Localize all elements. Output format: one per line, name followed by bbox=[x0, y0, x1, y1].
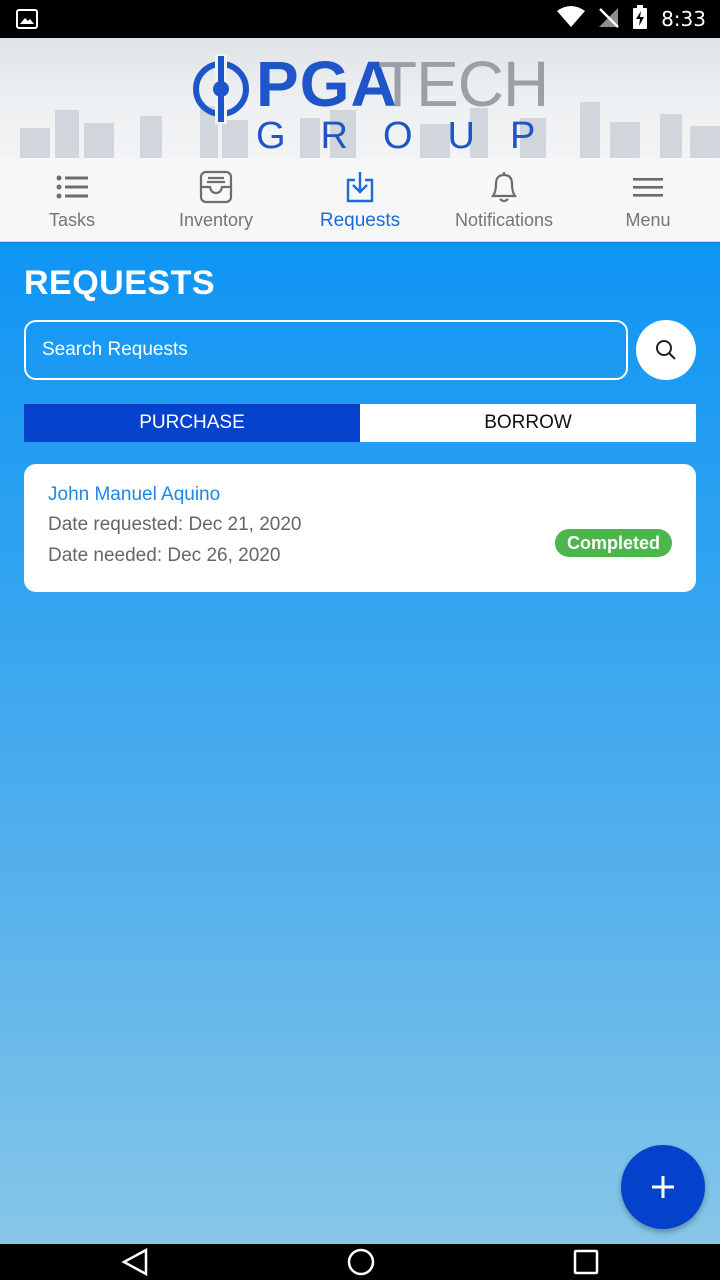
search-icon bbox=[656, 340, 676, 360]
tab-notifications[interactable]: Notifications bbox=[432, 158, 576, 242]
borrow-tab[interactable]: BORROW bbox=[360, 404, 696, 442]
tab-requests[interactable]: Requests bbox=[288, 158, 432, 242]
add-request-button[interactable] bbox=[621, 1145, 705, 1229]
logo-mark-icon bbox=[193, 54, 249, 124]
logo-primary-text: PGA bbox=[256, 48, 398, 120]
search-button[interactable] bbox=[636, 320, 696, 380]
tab-label: Requests bbox=[319, 210, 401, 231]
request-type-toggle: PURCHASE BORROW bbox=[24, 404, 696, 442]
home-icon bbox=[347, 1248, 375, 1276]
wifi-icon bbox=[557, 5, 586, 33]
tab-label: Menu bbox=[625, 210, 671, 230]
date-requested: Date requested: Dec 21, 2020 bbox=[48, 514, 302, 535]
hamburger-icon bbox=[633, 170, 663, 204]
bottom-tab-navigation: Tasks Inventory Requests Notifications M… bbox=[0, 158, 720, 242]
date-needed: Date needed: Dec 26, 2020 bbox=[48, 545, 281, 566]
bell-icon bbox=[489, 170, 519, 204]
download-tray-icon bbox=[345, 170, 375, 204]
status-badge: Completed bbox=[554, 529, 672, 557]
clock: 8:33 bbox=[661, 7, 706, 31]
tab-label: Notifications bbox=[454, 210, 554, 230]
tab-menu[interactable]: Menu bbox=[576, 158, 720, 242]
recents-button[interactable] bbox=[571, 1248, 601, 1276]
back-button[interactable] bbox=[120, 1247, 150, 1277]
image-icon bbox=[16, 9, 38, 34]
status-bar: 8:33 bbox=[0, 0, 720, 38]
battery-icon bbox=[633, 4, 648, 34]
tab-label: Tasks bbox=[48, 210, 95, 230]
inbox-icon bbox=[199, 170, 233, 204]
page-title: REQUESTS bbox=[24, 264, 216, 302]
logo-tagline: GROUP bbox=[256, 115, 571, 157]
purchase-tab[interactable]: PURCHASE bbox=[24, 404, 360, 442]
signal-icon bbox=[599, 6, 619, 33]
search-input[interactable] bbox=[24, 320, 628, 380]
tab-inventory[interactable]: Inventory bbox=[144, 158, 288, 242]
tab-tasks[interactable]: Tasks bbox=[0, 158, 144, 242]
system-navigation-bar bbox=[0, 1244, 720, 1280]
recents-icon bbox=[573, 1249, 599, 1275]
plus-icon bbox=[652, 1176, 674, 1198]
home-button[interactable] bbox=[346, 1248, 376, 1276]
pga-tech-logo: PGA TECH GROUP bbox=[190, 46, 549, 156]
request-card[interactable]: John Manuel Aquino Date requested: Dec 2… bbox=[24, 464, 696, 592]
logo-secondary-text: TECH bbox=[378, 48, 549, 120]
back-icon bbox=[121, 1247, 148, 1277]
requests-screen: REQUESTS PURCHASE BORROW John Manuel Aqu… bbox=[0, 242, 720, 1244]
requester-name: John Manuel Aquino bbox=[48, 484, 221, 505]
list-icon bbox=[56, 170, 88, 204]
tab-label: Inventory bbox=[178, 210, 254, 230]
header-banner: PGA TECH GROUP bbox=[0, 38, 720, 158]
